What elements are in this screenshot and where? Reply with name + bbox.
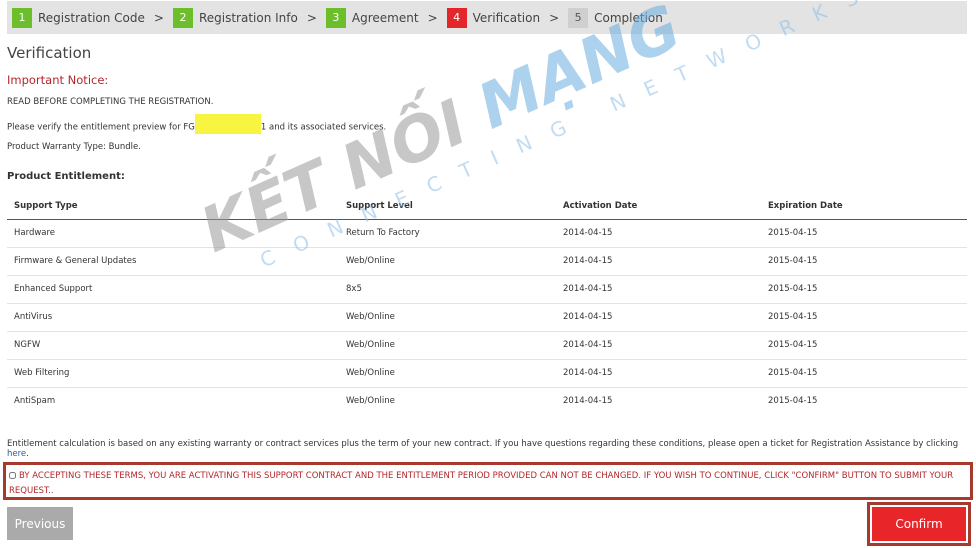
step-separator: > [549, 10, 560, 25]
col-header: Support Type [7, 194, 339, 220]
table-cell: 2015-04-15 [761, 359, 967, 388]
page-title: Verification [7, 44, 92, 62]
step-number: 5 [568, 7, 589, 28]
table-cell: Web/Online [339, 359, 556, 388]
table-cell: 8x5 [339, 275, 556, 304]
step-number: 1 [12, 7, 32, 28]
table-row: Enhanced Support 8x5 2014-04-15 2015-04-15 [7, 275, 967, 304]
col-header: Activation Date [556, 194, 761, 220]
step-label: Verification [472, 10, 541, 25]
table-cell: 2015-04-15 [768, 396, 818, 407]
step-4: 4 Verification [446, 7, 541, 28]
table-row: Hardware Return To Factory 2014-04-15 2015-… [7, 219, 967, 248]
table-cell: AntiSpam [14, 396, 56, 407]
verify-text: Please verify the entitlement preview fo… [7, 114, 386, 134]
step-label: Completion [594, 10, 663, 25]
step-number: 4 [446, 7, 467, 28]
step-2: 2 Registration Info [172, 7, 298, 28]
table-row: AntiSpam Web/Online 2014-04-15 2015-04-15 [7, 387, 967, 415]
footnote: Entitlement calculation is based on any … [7, 439, 959, 459]
col-header: Expiration Date [761, 194, 967, 220]
table-cell: 2015-04-15 [761, 275, 967, 304]
important-notice-title: Important Notice: [7, 73, 109, 87]
warranty-type: Product Warranty Type: Bundle. [7, 142, 141, 152]
table-cell: Web/Online [339, 247, 556, 276]
table-cell: 2015-04-15 [761, 303, 967, 332]
table-row: Web Filtering Web/Online 2014-04-15 2015-04… [7, 359, 967, 388]
previous-button[interactable]: Previous [7, 507, 73, 540]
table-cell: Web/Online [339, 331, 556, 360]
table-cell: Firmware & General Updates [7, 247, 339, 276]
table-cell: NGFW [7, 331, 339, 360]
accept-terms-checkbox[interactable] [9, 472, 16, 479]
redacted-serial [194, 114, 261, 134]
table-cell: 2014-04-15 [563, 396, 613, 407]
here-link[interactable]: here [7, 449, 26, 459]
table-row: AntiVirus Web/Online 2014-04-15 2015-04-15 [7, 303, 967, 332]
table-row: Firmware & General Updates Web/Online 2014… [7, 247, 967, 276]
table-cell: Return To Factory [339, 219, 556, 248]
table-cell: 2015-04-15 [761, 219, 967, 248]
confirm-highlight: Confirm [867, 502, 971, 546]
step-label: Registration Code [38, 10, 145, 25]
entitlement-title: Product Entitlement: [7, 171, 125, 182]
table-cell: 2015-04-15 [761, 331, 967, 360]
table-cell: 2015-04-15 [761, 247, 967, 276]
table-cell: Hardware [7, 219, 339, 248]
table-cell: Enhanced Support [7, 275, 339, 304]
step-1: 1 Registration Code [12, 7, 145, 28]
notice-text: READ BEFORE COMPLETING THE REGISTRATION. [7, 97, 214, 107]
table-cell: 2014-04-15 [556, 219, 761, 248]
table-cell: 2014-04-15 [556, 275, 761, 304]
terms-text: BY ACCEPTING THESE TERMS, YOU ARE ACTIVA… [9, 471, 954, 496]
table-cell: Web/Online [346, 396, 395, 407]
table-cell: Web/Online [339, 303, 556, 332]
progress-steps: 1 Registration Code >2 Registration Info >3 A… [7, 1, 967, 34]
col-header: Support Level [339, 194, 556, 220]
entitlement-table: Support Type Support Level Activation Da… [7, 194, 967, 415]
table-cell: 2014-04-15 [556, 247, 761, 276]
step-label: Agreement [351, 10, 419, 25]
step-separator: > [306, 10, 317, 25]
step-label: Registration Info [198, 10, 298, 25]
table-cell: 2014-04-15 [556, 359, 761, 388]
table-cell: 2014-04-15 [556, 331, 761, 360]
step-number: 2 [172, 7, 193, 28]
table-cell: AntiVirus [7, 303, 339, 332]
step-separator: > [153, 10, 164, 25]
table-row: NGFW Web/Online 2014-04-15 2015-04-15 [7, 331, 967, 360]
step-number: 3 [325, 7, 346, 28]
table-cell: Web Filtering [7, 359, 339, 388]
terms-box: BY ACCEPTING THESE TERMS, YOU ARE ACTIVA… [3, 462, 973, 500]
step-3: 3 Agreement [325, 7, 419, 28]
table-cell: 2014-04-15 [556, 303, 761, 332]
step-separator: > [427, 10, 438, 25]
confirm-button[interactable]: Confirm [872, 507, 966, 541]
step-5: 5 Completion [568, 7, 663, 28]
